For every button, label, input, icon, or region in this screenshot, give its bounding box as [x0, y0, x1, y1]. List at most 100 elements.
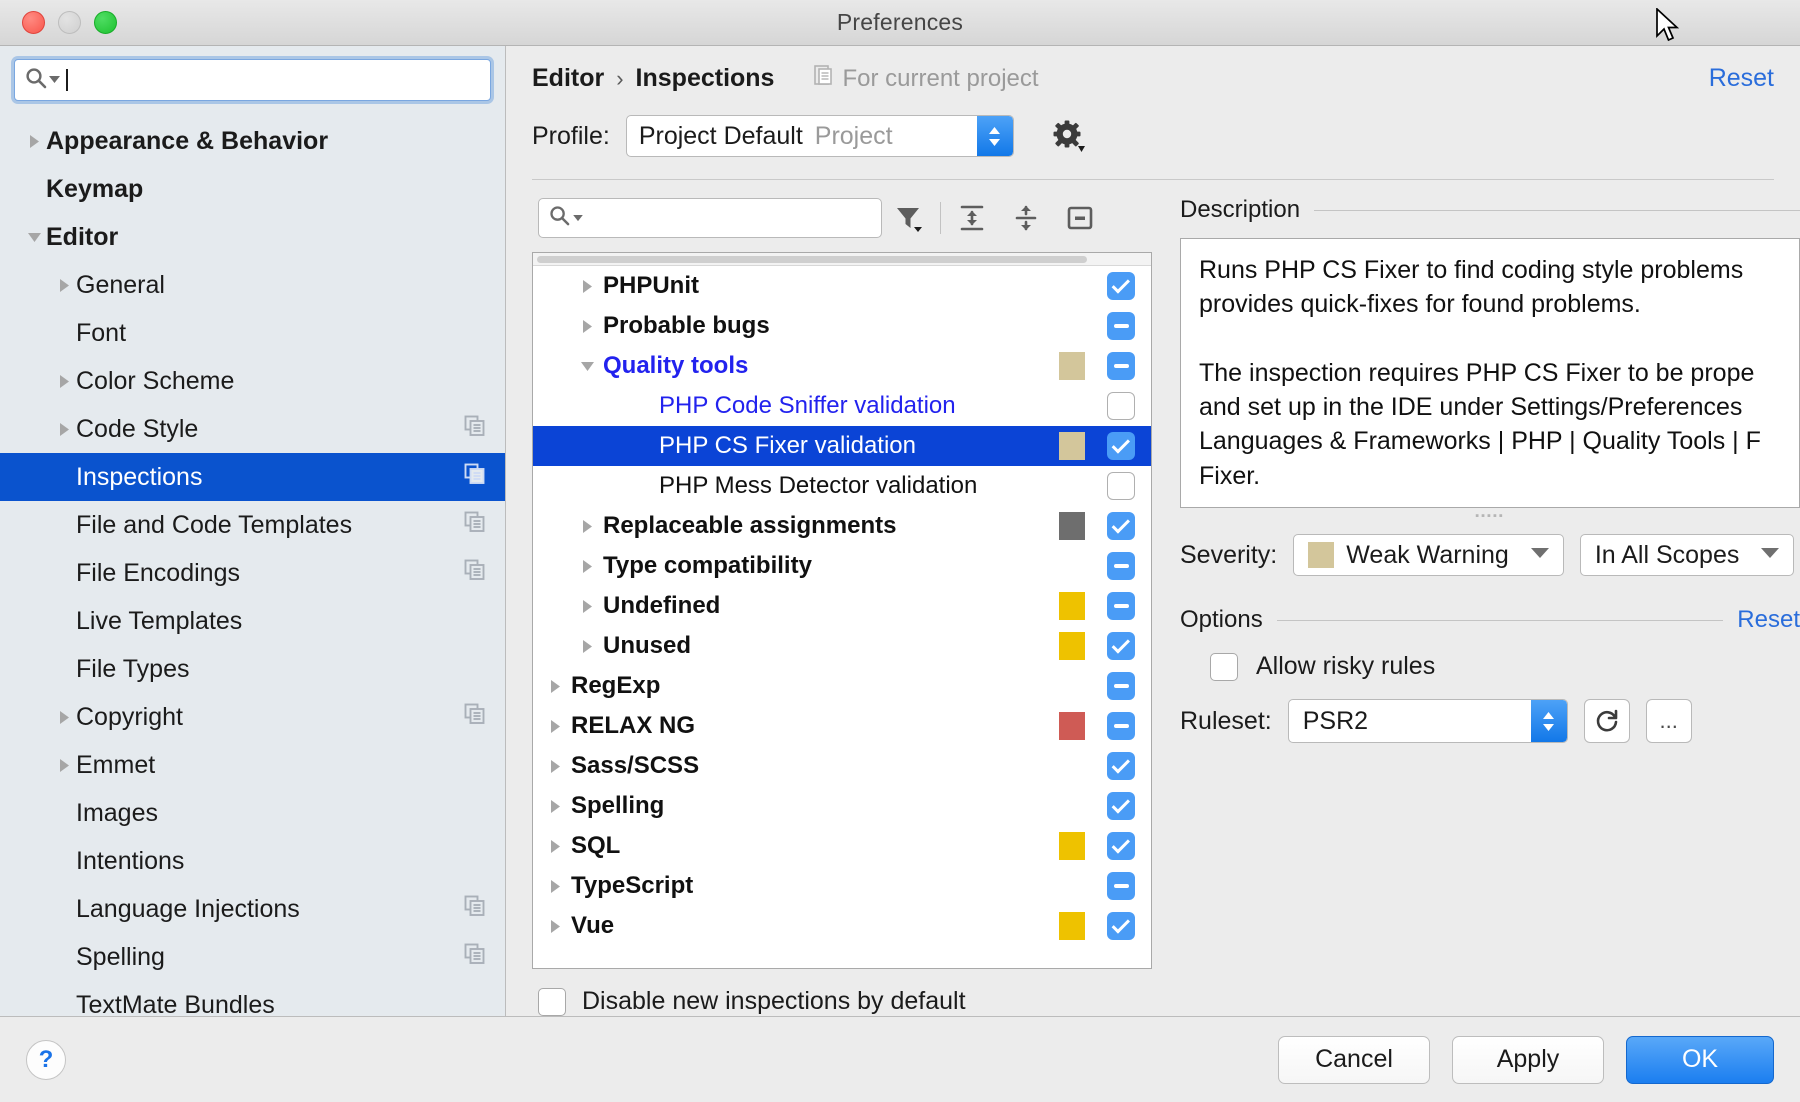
copy-settings-icon[interactable]: [463, 510, 487, 541]
chevron-right-icon[interactable]: [571, 558, 603, 575]
sidebar-item-keymap[interactable]: Keymap: [0, 165, 505, 213]
scope-select[interactable]: In All Scopes: [1579, 534, 1795, 576]
tree-row[interactable]: PHP Code Sniffer validation: [533, 386, 1151, 426]
profile-select[interactable]: Project Default Project: [625, 115, 1014, 157]
tree-row-checkbox[interactable]: [1107, 472, 1135, 500]
chevron-right-icon[interactable]: [539, 718, 571, 735]
tree-row-checkbox[interactable]: [1107, 432, 1135, 460]
tree-row[interactable]: TypeScript: [533, 866, 1151, 906]
ruleset-stepper-icon[interactable]: [1530, 700, 1567, 742]
chevron-right-icon[interactable]: [52, 277, 76, 294]
inspections-search-box[interactable]: [538, 198, 882, 238]
tree-row[interactable]: Spelling: [533, 786, 1151, 826]
tree-row-checkbox[interactable]: [1107, 352, 1135, 380]
tree-row[interactable]: PHPUnit: [533, 266, 1151, 306]
chevron-right-icon[interactable]: [22, 133, 46, 150]
tree-row-checkbox[interactable]: [1107, 752, 1135, 780]
allow-risky-rules-row[interactable]: Allow risky rules: [1180, 652, 1800, 681]
breadcrumb-parent[interactable]: Editor: [532, 64, 604, 93]
sidebar-item-language-injections[interactable]: Language Injections: [0, 885, 505, 933]
chevron-right-icon[interactable]: [571, 518, 603, 535]
chevron-right-icon[interactable]: [52, 757, 76, 774]
profile-stepper-icon[interactable]: [976, 116, 1013, 156]
chevron-down-icon[interactable]: [22, 229, 46, 246]
chevron-right-icon[interactable]: [539, 678, 571, 695]
cancel-button[interactable]: Cancel: [1278, 1035, 1430, 1084]
chevron-right-icon[interactable]: [539, 918, 571, 935]
sidebar-item-spelling[interactable]: Spelling: [0, 933, 505, 981]
tree-row[interactable]: RegExp: [533, 666, 1151, 706]
copy-settings-icon[interactable]: [463, 414, 487, 445]
copy-settings-icon[interactable]: [463, 702, 487, 733]
chevron-right-icon[interactable]: [52, 373, 76, 390]
chevron-right-icon[interactable]: [52, 709, 76, 726]
tree-row[interactable]: Sass/SCSS: [533, 746, 1151, 786]
chevron-down-icon[interactable]: [571, 358, 603, 375]
sidebar-item-file-types[interactable]: File Types: [0, 645, 505, 693]
sidebar-item-appearance-behavior[interactable]: Appearance & Behavior: [0, 117, 505, 165]
sidebar-item-images[interactable]: Images: [0, 789, 505, 837]
tree-row[interactable]: Quality tools: [533, 346, 1151, 386]
tree-row[interactable]: PHP CS Fixer validation: [533, 426, 1151, 466]
profile-gear-button[interactable]: [1052, 119, 1086, 153]
sidebar-item-textmate-bundles[interactable]: TextMate Bundles: [0, 981, 505, 1017]
sidebar-item-intentions[interactable]: Intentions: [0, 837, 505, 885]
sidebar-item-emmet[interactable]: Emmet: [0, 741, 505, 789]
sidebar-item-file-encodings[interactable]: File Encodings: [0, 549, 505, 597]
sidebar-item-copyright[interactable]: Copyright: [0, 693, 505, 741]
chevron-right-icon[interactable]: [571, 598, 603, 615]
expand-all-icon[interactable]: [945, 196, 999, 240]
sidebar-item-inspections[interactable]: Inspections: [0, 453, 505, 501]
help-button[interactable]: ?: [26, 1039, 66, 1080]
chevron-right-icon[interactable]: [571, 638, 603, 655]
sidebar-item-general[interactable]: General: [0, 261, 505, 309]
disable-new-inspections-checkbox[interactable]: [538, 987, 566, 1016]
ruleset-select[interactable]: PSR2: [1287, 699, 1568, 743]
tree-row[interactable]: Vue: [533, 906, 1151, 946]
chevron-right-icon[interactable]: [539, 878, 571, 895]
tree-row[interactable]: RELAX NG: [533, 706, 1151, 746]
ok-button[interactable]: OK: [1626, 1035, 1774, 1084]
tree-row[interactable]: Probable bugs: [533, 306, 1151, 346]
chevron-down-icon[interactable]: [573, 209, 583, 227]
ruleset-browse-button[interactable]: ...: [1645, 699, 1692, 743]
sidebar-item-live-templates[interactable]: Live Templates: [0, 597, 505, 645]
apply-button[interactable]: Apply: [1452, 1035, 1604, 1084]
tree-row[interactable]: SQL: [533, 826, 1151, 866]
refresh-icon[interactable]: [1583, 699, 1630, 743]
tree-row[interactable]: Unused: [533, 626, 1151, 666]
tree-row-checkbox[interactable]: [1107, 512, 1135, 540]
options-reset-link[interactable]: Reset: [1737, 606, 1800, 634]
chevron-right-icon[interactable]: [539, 798, 571, 815]
copy-settings-icon[interactable]: [463, 894, 487, 925]
collapse-all-icon[interactable]: [999, 196, 1053, 240]
allow-risky-rules-checkbox[interactable]: [1210, 652, 1238, 681]
chevron-right-icon[interactable]: [571, 318, 603, 335]
profile-reset-link[interactable]: Reset: [1709, 64, 1774, 93]
filter-icon[interactable]: [882, 196, 936, 240]
tree-row-checkbox[interactable]: [1107, 792, 1135, 820]
chevron-right-icon[interactable]: [571, 278, 603, 295]
tree-row[interactable]: Replaceable assignments: [533, 506, 1151, 546]
tree-row-checkbox[interactable]: [1107, 552, 1135, 580]
sidebar-search-box[interactable]: [14, 59, 491, 101]
tree-row-checkbox[interactable]: [1107, 912, 1135, 940]
tree-row[interactable]: PHP Mess Detector validation: [533, 466, 1151, 506]
tree-horizontal-scrollbar[interactable]: [533, 253, 1151, 266]
chevron-right-icon[interactable]: [539, 758, 571, 775]
sidebar-item-color-scheme[interactable]: Color Scheme: [0, 357, 505, 405]
copy-settings-icon[interactable]: [463, 558, 487, 589]
sidebar-item-code-style[interactable]: Code Style: [0, 405, 505, 453]
tree-row-checkbox[interactable]: [1107, 832, 1135, 860]
tree-row-checkbox[interactable]: [1107, 272, 1135, 300]
copy-settings-icon[interactable]: [463, 462, 487, 493]
chevron-down-icon[interactable]: [49, 71, 60, 89]
sidebar-item-file-and-code-templates[interactable]: File and Code Templates: [0, 501, 505, 549]
sidebar-item-font[interactable]: Font: [0, 309, 505, 357]
tree-row-checkbox[interactable]: [1107, 632, 1135, 660]
copy-settings-icon[interactable]: [463, 942, 487, 973]
tree-row[interactable]: Type compatibility: [533, 546, 1151, 586]
chevron-right-icon[interactable]: [52, 421, 76, 438]
severity-select[interactable]: Weak Warning: [1293, 534, 1564, 576]
description-resize-grip[interactable]: ▪▪▪▪▪: [1180, 508, 1800, 524]
